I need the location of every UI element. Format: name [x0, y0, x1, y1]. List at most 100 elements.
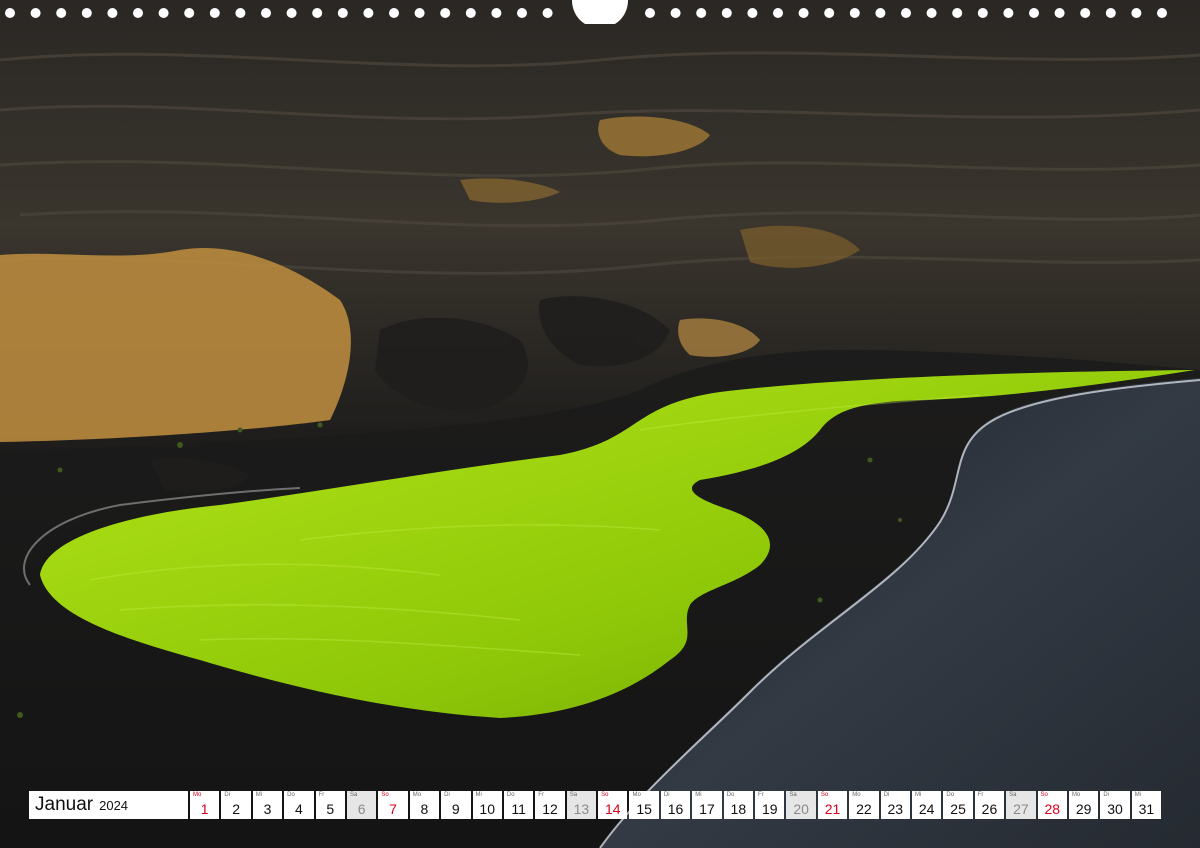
- day-abbr: Mi: [1134, 792, 1142, 798]
- day-cell: Mi 3: [252, 791, 283, 819]
- day-number: 28: [1044, 801, 1061, 817]
- binding-hole: [696, 8, 707, 18]
- binding-hole: [1054, 8, 1065, 18]
- day-number: 6: [357, 801, 366, 817]
- binding-hole: [747, 8, 758, 18]
- calendar-strip: Januar 2024 Mo 1 Di 2 Mi 3 Do 4 Fr 5 Sa 6 So 7 Mo 8 Di 9 M…: [29, 791, 1162, 819]
- day-abbr: Fr: [538, 792, 544, 798]
- day-number: 13: [573, 801, 590, 817]
- binding-hole: [926, 8, 937, 18]
- month-label: Januar 2024: [29, 791, 188, 819]
- day-abbr: Do: [287, 792, 295, 798]
- binding-hole: [389, 8, 399, 18]
- binding-hole: [440, 8, 451, 18]
- day-cell: Do 4: [284, 791, 314, 819]
- day-abbr: So: [381, 792, 389, 798]
- day-abbr: Fr: [977, 792, 984, 798]
- day-abbr: Di: [224, 792, 231, 798]
- binding-hole: [286, 8, 297, 18]
- day-abbr: Sa: [569, 792, 578, 798]
- day-abbr: Di: [663, 792, 670, 798]
- binding-hole: [977, 8, 988, 18]
- binding-hole: [1131, 8, 1142, 18]
- binding-hole: [30, 8, 41, 18]
- day-number: 30: [1107, 801, 1123, 817]
- day-cell: Mo 29: [1068, 791, 1099, 819]
- binding-hole: [235, 8, 246, 18]
- binding-hole: [849, 8, 860, 18]
- binding-hole: [1105, 8, 1116, 18]
- day-number: 9: [451, 801, 460, 817]
- day-cell: So 28: [1037, 791, 1067, 819]
- day-cell: Di 16: [660, 791, 691, 819]
- day-abbr: Do: [506, 792, 515, 798]
- day-cell: Mi 31: [1131, 791, 1162, 819]
- binding-hole: [670, 8, 681, 18]
- binding-hole: [1003, 8, 1014, 18]
- day-abbr: Mi: [475, 792, 482, 798]
- binding-hole: [133, 8, 143, 18]
- binding-hole: [1080, 8, 1091, 18]
- day-cell: Do 18: [723, 791, 754, 819]
- day-abbr: Fr: [318, 792, 325, 798]
- day-cell: Sa 20: [786, 791, 816, 819]
- day-cell: Fr 12: [535, 791, 565, 819]
- binding-hole: [824, 8, 835, 18]
- binding-hole: [209, 8, 220, 18]
- day-abbr: Sa: [1009, 792, 1017, 798]
- day-cell: So 7: [378, 791, 408, 819]
- day-number: 14: [604, 801, 621, 817]
- day-cell: Fr 26: [974, 791, 1005, 819]
- binding-hole: [517, 8, 527, 18]
- day-cell: Sa 27: [1006, 791, 1036, 819]
- day-cell: Sa 13: [566, 791, 597, 819]
- day-cell: Di 2: [221, 791, 251, 819]
- day-abbr: Mo: [1071, 792, 1081, 798]
- day-abbr: Sa: [349, 792, 358, 798]
- binding-hole: [81, 8, 92, 18]
- day-cell: Do 11: [503, 791, 534, 819]
- day-number: 2: [232, 801, 240, 817]
- binding-hole: [337, 8, 348, 18]
- binding-hole: [465, 8, 476, 18]
- landscape-photo: [0, 0, 1200, 848]
- day-cell: Mi 24: [911, 791, 942, 819]
- binding-hole: [414, 8, 425, 18]
- day-abbr: Mi: [695, 792, 702, 798]
- binding-hole: [56, 8, 67, 18]
- binding-hole: [773, 8, 783, 18]
- day-abbr: Mo: [632, 792, 641, 798]
- day-number: 17: [699, 801, 715, 817]
- day-number: 29: [1075, 801, 1092, 817]
- day-number: 10: [479, 801, 495, 817]
- binding-hole: [875, 8, 886, 18]
- binding-hole: [184, 8, 195, 18]
- day-number: 24: [918, 801, 935, 817]
- day-number: 31: [1138, 801, 1155, 817]
- day-number: 5: [326, 801, 335, 817]
- day-number: 3: [263, 801, 272, 817]
- day-abbr: Mi: [914, 792, 922, 798]
- binding-hole: [952, 8, 963, 18]
- day-abbr: Mo: [193, 792, 202, 798]
- binding-hole: [721, 8, 732, 18]
- day-abbr: So: [820, 792, 829, 798]
- month-year: 2024: [99, 797, 129, 813]
- day-abbr: Mo: [852, 792, 861, 798]
- binding-hole: [312, 8, 323, 18]
- day-cell: Di 9: [441, 791, 471, 819]
- day-cell: Di 23: [880, 791, 910, 819]
- day-number: 18: [730, 801, 747, 817]
- day-cell: Mi 17: [692, 791, 722, 819]
- day-number: 20: [793, 801, 809, 817]
- day-cell: Fr 5: [315, 791, 345, 819]
- binding-hole: [1157, 8, 1167, 18]
- binding-hole: [158, 8, 169, 18]
- binding-hole: [1029, 8, 1039, 18]
- day-number: 15: [636, 801, 652, 817]
- day-abbr: Fr: [758, 792, 764, 798]
- binding-hole: [261, 8, 271, 18]
- day-abbr: Di: [883, 792, 890, 798]
- binding-hole: [491, 8, 502, 18]
- binding-hole: [5, 8, 15, 18]
